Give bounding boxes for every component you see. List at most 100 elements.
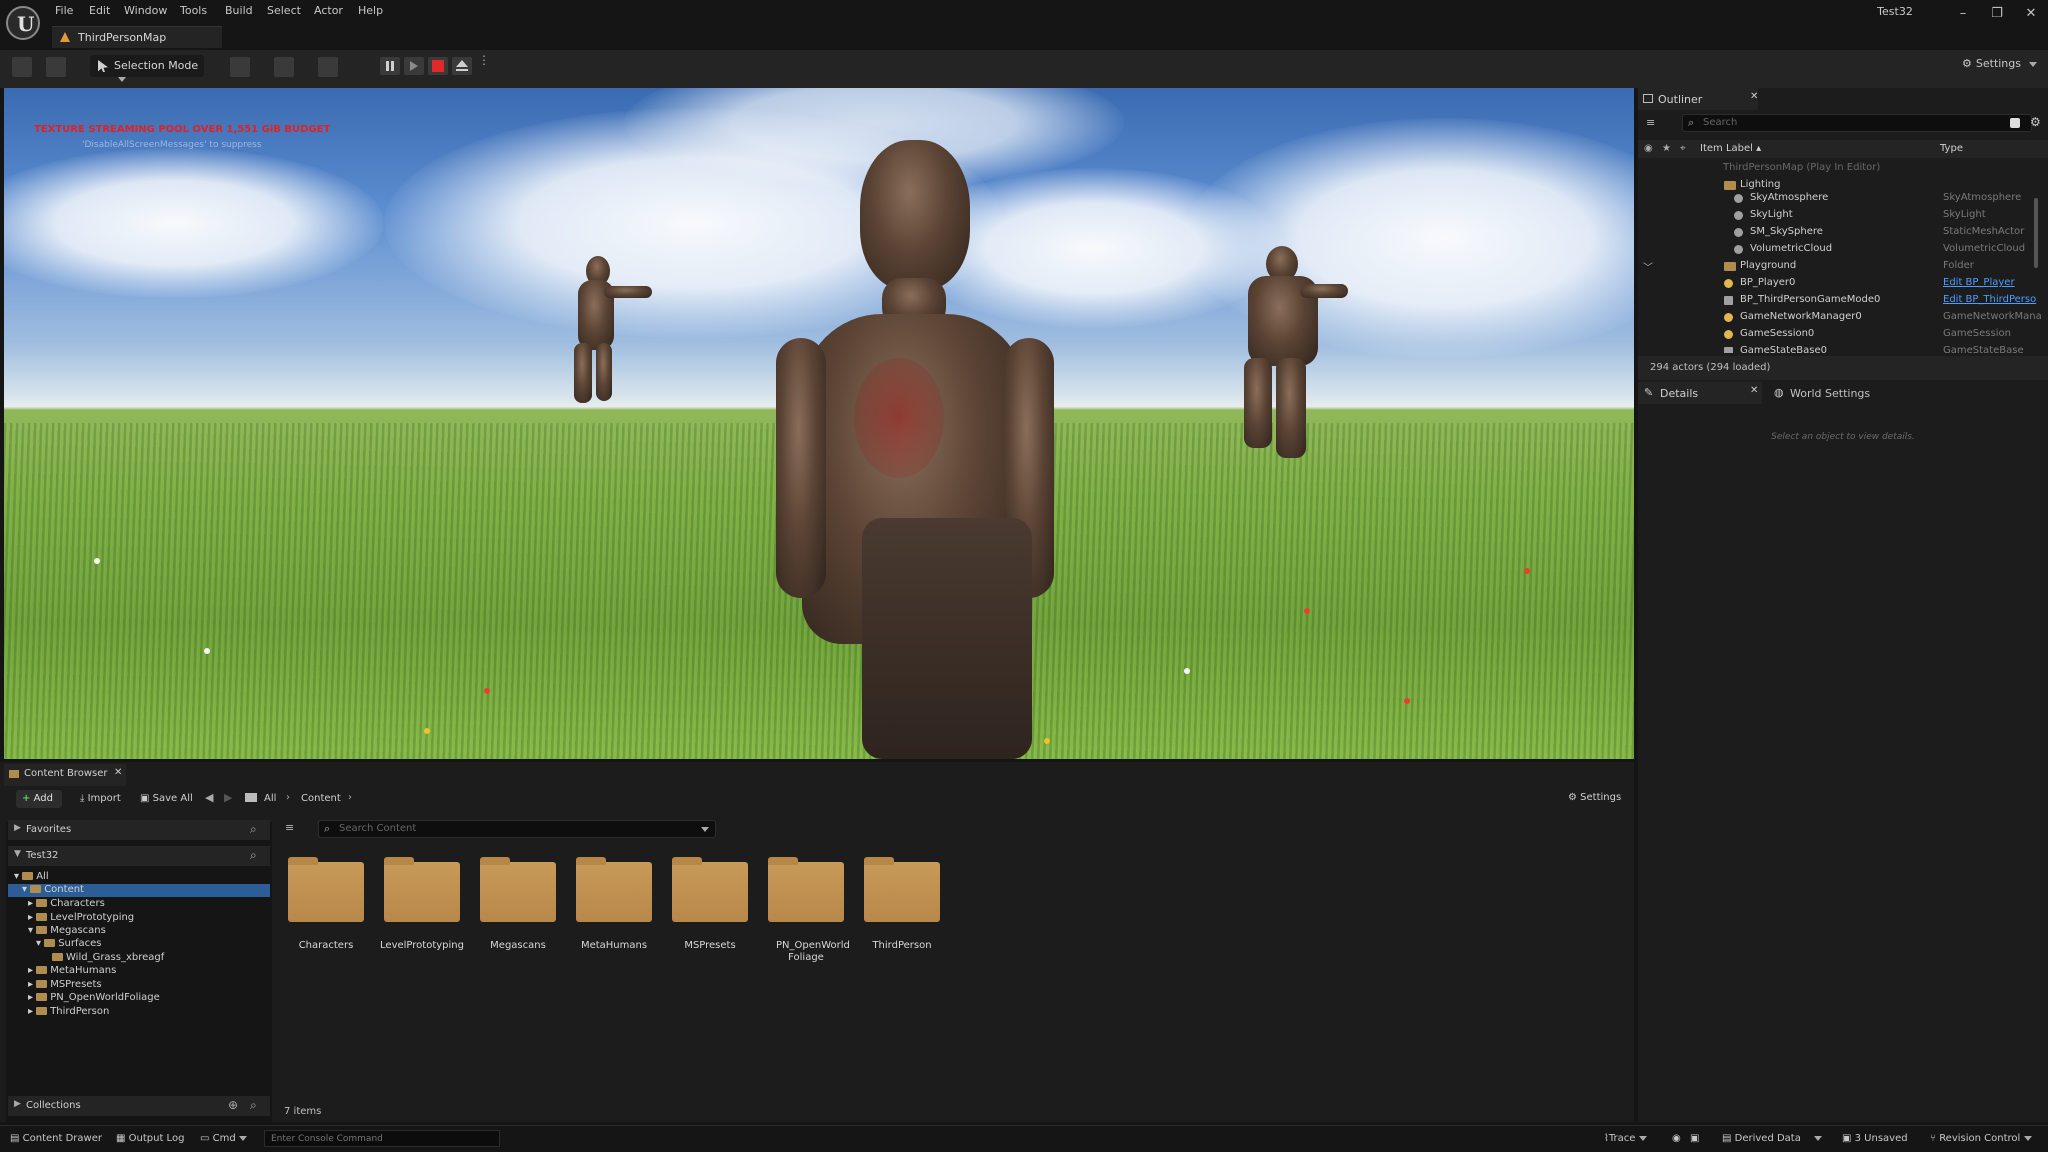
asset-folder-megascans[interactable]: Megascans <box>478 857 558 968</box>
tab-content-browser[interactable]: Content Browser ✕ <box>4 764 126 786</box>
collections-header[interactable]: ▶ Collections ⊕ ⌕ <box>8 1096 270 1116</box>
menu-file[interactable]: File <box>55 4 73 17</box>
frame-skip-button[interactable] <box>404 57 424 75</box>
outliner-row[interactable]: ﹀ Playground Folder <box>1638 258 2038 275</box>
collapse-icon[interactable]: ﹀ <box>1643 259 1653 274</box>
breadcrumb-content[interactable]: Content <box>301 793 341 804</box>
asset-folder-pn-openworld-foliage[interactable]: PN_OpenWorld Foliage <box>766 857 850 968</box>
stop-button[interactable] <box>428 57 448 75</box>
minimize-button[interactable]: – <box>1948 3 1978 25</box>
unsaved-button[interactable]: ▣ 3 Unsaved <box>1842 1133 1908 1144</box>
selection-mode-dropdown[interactable]: Selection Mode <box>90 55 204 82</box>
tree-item-metahumans[interactable]: ▸ MetaHumans <box>28 965 116 976</box>
menu-help[interactable]: Help <box>358 4 383 17</box>
blueprint-icon[interactable] <box>274 57 294 77</box>
close-icon[interactable]: ✕ <box>114 767 122 778</box>
pause-button[interactable] <box>380 57 400 75</box>
tree-item-characters[interactable]: ▸ Characters <box>28 898 105 909</box>
tree-item-pn-openworldfoliage[interactable]: ▸ PN_OpenWorldFoliage <box>28 992 160 1003</box>
tree-item-content[interactable]: ▾ Content <box>22 884 84 895</box>
outliner-row[interactable]: BP_Player0 Edit BP_Player <box>1638 275 2038 292</box>
tree-item-megascans[interactable]: ▾ Megascans <box>28 925 106 936</box>
asset-folder-mspresets[interactable]: MSPresets <box>670 857 750 968</box>
content-search-input[interactable]: ⌕ Search Content <box>318 820 716 838</box>
menu-tools[interactable]: Tools <box>180 4 207 17</box>
browse-icon[interactable] <box>46 57 66 77</box>
record-icon[interactable]: ◉ <box>1672 1133 1681 1144</box>
outliner-row[interactable]: SkyAtmosphere SkyAtmosphere <box>1638 190 2038 207</box>
screenshot-icon[interactable]: ▣ <box>1690 1133 1699 1144</box>
project-header[interactable]: ▼ Test32 ⌕ <box>8 846 270 866</box>
outliner-row[interactable]: VolumetricCloud VolumetricCloud <box>1638 241 2038 258</box>
menu-select[interactable]: Select <box>267 4 301 17</box>
search-icon[interactable]: ⌕ <box>250 848 257 863</box>
asset-folder-thirdperson[interactable]: ThirdPerson <box>862 857 942 968</box>
outliner-row[interactable]: SM_SkySphere StaticMeshActor <box>1638 224 2038 241</box>
search-icon[interactable]: ⌕ <box>250 1098 257 1113</box>
forward-icon[interactable]: ▶ <box>224 791 232 804</box>
asset-folder-levelprototyping[interactable]: LevelPrototyping <box>380 857 464 968</box>
save-all-button[interactable]: ▣ Save All <box>140 793 193 804</box>
outliner-scrollbar[interactable] <box>2034 198 2038 268</box>
save-icon[interactable] <box>2010 118 2020 128</box>
filter-icon[interactable]: ≡ <box>285 821 294 834</box>
unreal-logo-icon[interactable] <box>6 6 40 40</box>
add-actor-icon[interactable] <box>230 57 250 77</box>
outliner-row[interactable]: GameStateBase0 GameStateBase <box>1638 343 2038 353</box>
favorites-header[interactable]: ▶ Favorites ⌕ <box>8 820 270 840</box>
breadcrumb-all[interactable]: All <box>264 793 276 804</box>
revision-control-dropdown[interactable]: ⑂ Revision Control <box>1930 1133 2032 1144</box>
search-icon[interactable]: ⌕ <box>250 822 257 837</box>
outliner-row[interactable]: ThirdPersonMap (Play In Editor) <box>1638 160 2038 177</box>
breadcrumb-separator-icon[interactable]: › <box>348 792 352 803</box>
menu-build[interactable]: Build <box>225 4 253 17</box>
level-viewport[interactable]: TEXTURE STREAMING POOL OVER 1,551 GiB BU… <box>4 88 1634 759</box>
add-button[interactable]: + Add <box>16 790 62 808</box>
tree-item-surfaces[interactable]: ▾ Surfaces <box>36 938 102 949</box>
outliner-row[interactable]: BP_ThirdPersonGameMode0 Edit BP_ThirdPer… <box>1638 292 2038 309</box>
type-column[interactable]: Type <box>1940 143 1963 154</box>
item-label-column[interactable]: Item Label ▴ <box>1700 143 1761 154</box>
eject-button[interactable] <box>452 57 472 75</box>
maximize-button[interactable]: ❐ <box>1982 3 2012 25</box>
edit-blueprint-link[interactable]: Edit BP_ThirdPerso <box>1943 294 2036 305</box>
gear-icon[interactable]: ⚙ <box>2030 115 2041 129</box>
tab-level-map[interactable]: ThirdPersonMap <box>52 26 222 48</box>
back-icon[interactable]: ◀ <box>205 791 213 804</box>
save-icon[interactable] <box>12 57 32 77</box>
menu-actor[interactable]: Actor <box>314 4 343 17</box>
tab-world-settings[interactable]: ◍ World Settings <box>1768 382 1918 404</box>
tab-outliner[interactable]: Outliner ✕ <box>1638 88 1758 110</box>
tree-item-wild-grass[interactable]: Wild_Grass_xbreagf <box>52 952 164 963</box>
tree-item-mspresets[interactable]: ▸ MSPresets <box>28 979 102 990</box>
content-settings-button[interactable]: ⚙ Settings <box>1568 792 1621 803</box>
close-icon[interactable]: ✕ <box>1750 91 1758 102</box>
tree-item-all[interactable]: ▾ All <box>14 871 49 882</box>
trace-dropdown[interactable]: ⌇Trace <box>1604 1133 1647 1144</box>
outliner-search-input[interactable]: ⌕ Search <box>1682 114 2032 132</box>
derived-data-dropdown[interactable]: ▤ Derived Data <box>1722 1133 1823 1144</box>
menu-edit[interactable]: Edit <box>89 4 110 17</box>
tree-item-thirdperson[interactable]: ▸ ThirdPerson <box>28 1006 109 1017</box>
tab-details[interactable]: ✎ Details ✕ <box>1638 382 1762 404</box>
asset-folder-metahumans[interactable]: MetaHumans <box>574 857 654 968</box>
more-options-icon[interactable]: ⋮ <box>478 54 490 74</box>
cmd-dropdown[interactable]: ▭ Cmd <box>200 1133 247 1144</box>
content-drawer-button[interactable]: ▤ Content Drawer <box>10 1133 102 1144</box>
toolbar-settings-button[interactable]: ⚙ Settings <box>1962 57 2037 70</box>
asset-folder-characters[interactable]: Characters <box>286 857 366 968</box>
edit-blueprint-link[interactable]: Edit BP_Player <box>1943 277 2015 288</box>
filter-icon[interactable]: ≡ <box>1646 116 1666 132</box>
cinematics-icon[interactable] <box>318 57 338 77</box>
menu-window[interactable]: Window <box>124 4 167 17</box>
outliner-row[interactable]: GameSession0 GameSession <box>1638 326 2038 343</box>
tree-item-levelprototyping[interactable]: ▸ LevelPrototyping <box>28 912 134 923</box>
close-window-button[interactable]: ✕ <box>2016 3 2046 25</box>
outliner-row[interactable]: GameNetworkManager0 GameNetworkMana <box>1638 309 2042 326</box>
add-collection-icon[interactable]: ⊕ <box>228 1098 238 1112</box>
console-command-input[interactable] <box>264 1130 500 1147</box>
close-icon[interactable]: ✕ <box>1750 385 1758 396</box>
output-log-button[interactable]: ▦ Output Log <box>116 1133 184 1144</box>
outliner-row[interactable]: SkyLight SkyLight <box>1638 207 2038 224</box>
import-button[interactable]: ⤓ Import <box>80 793 121 804</box>
